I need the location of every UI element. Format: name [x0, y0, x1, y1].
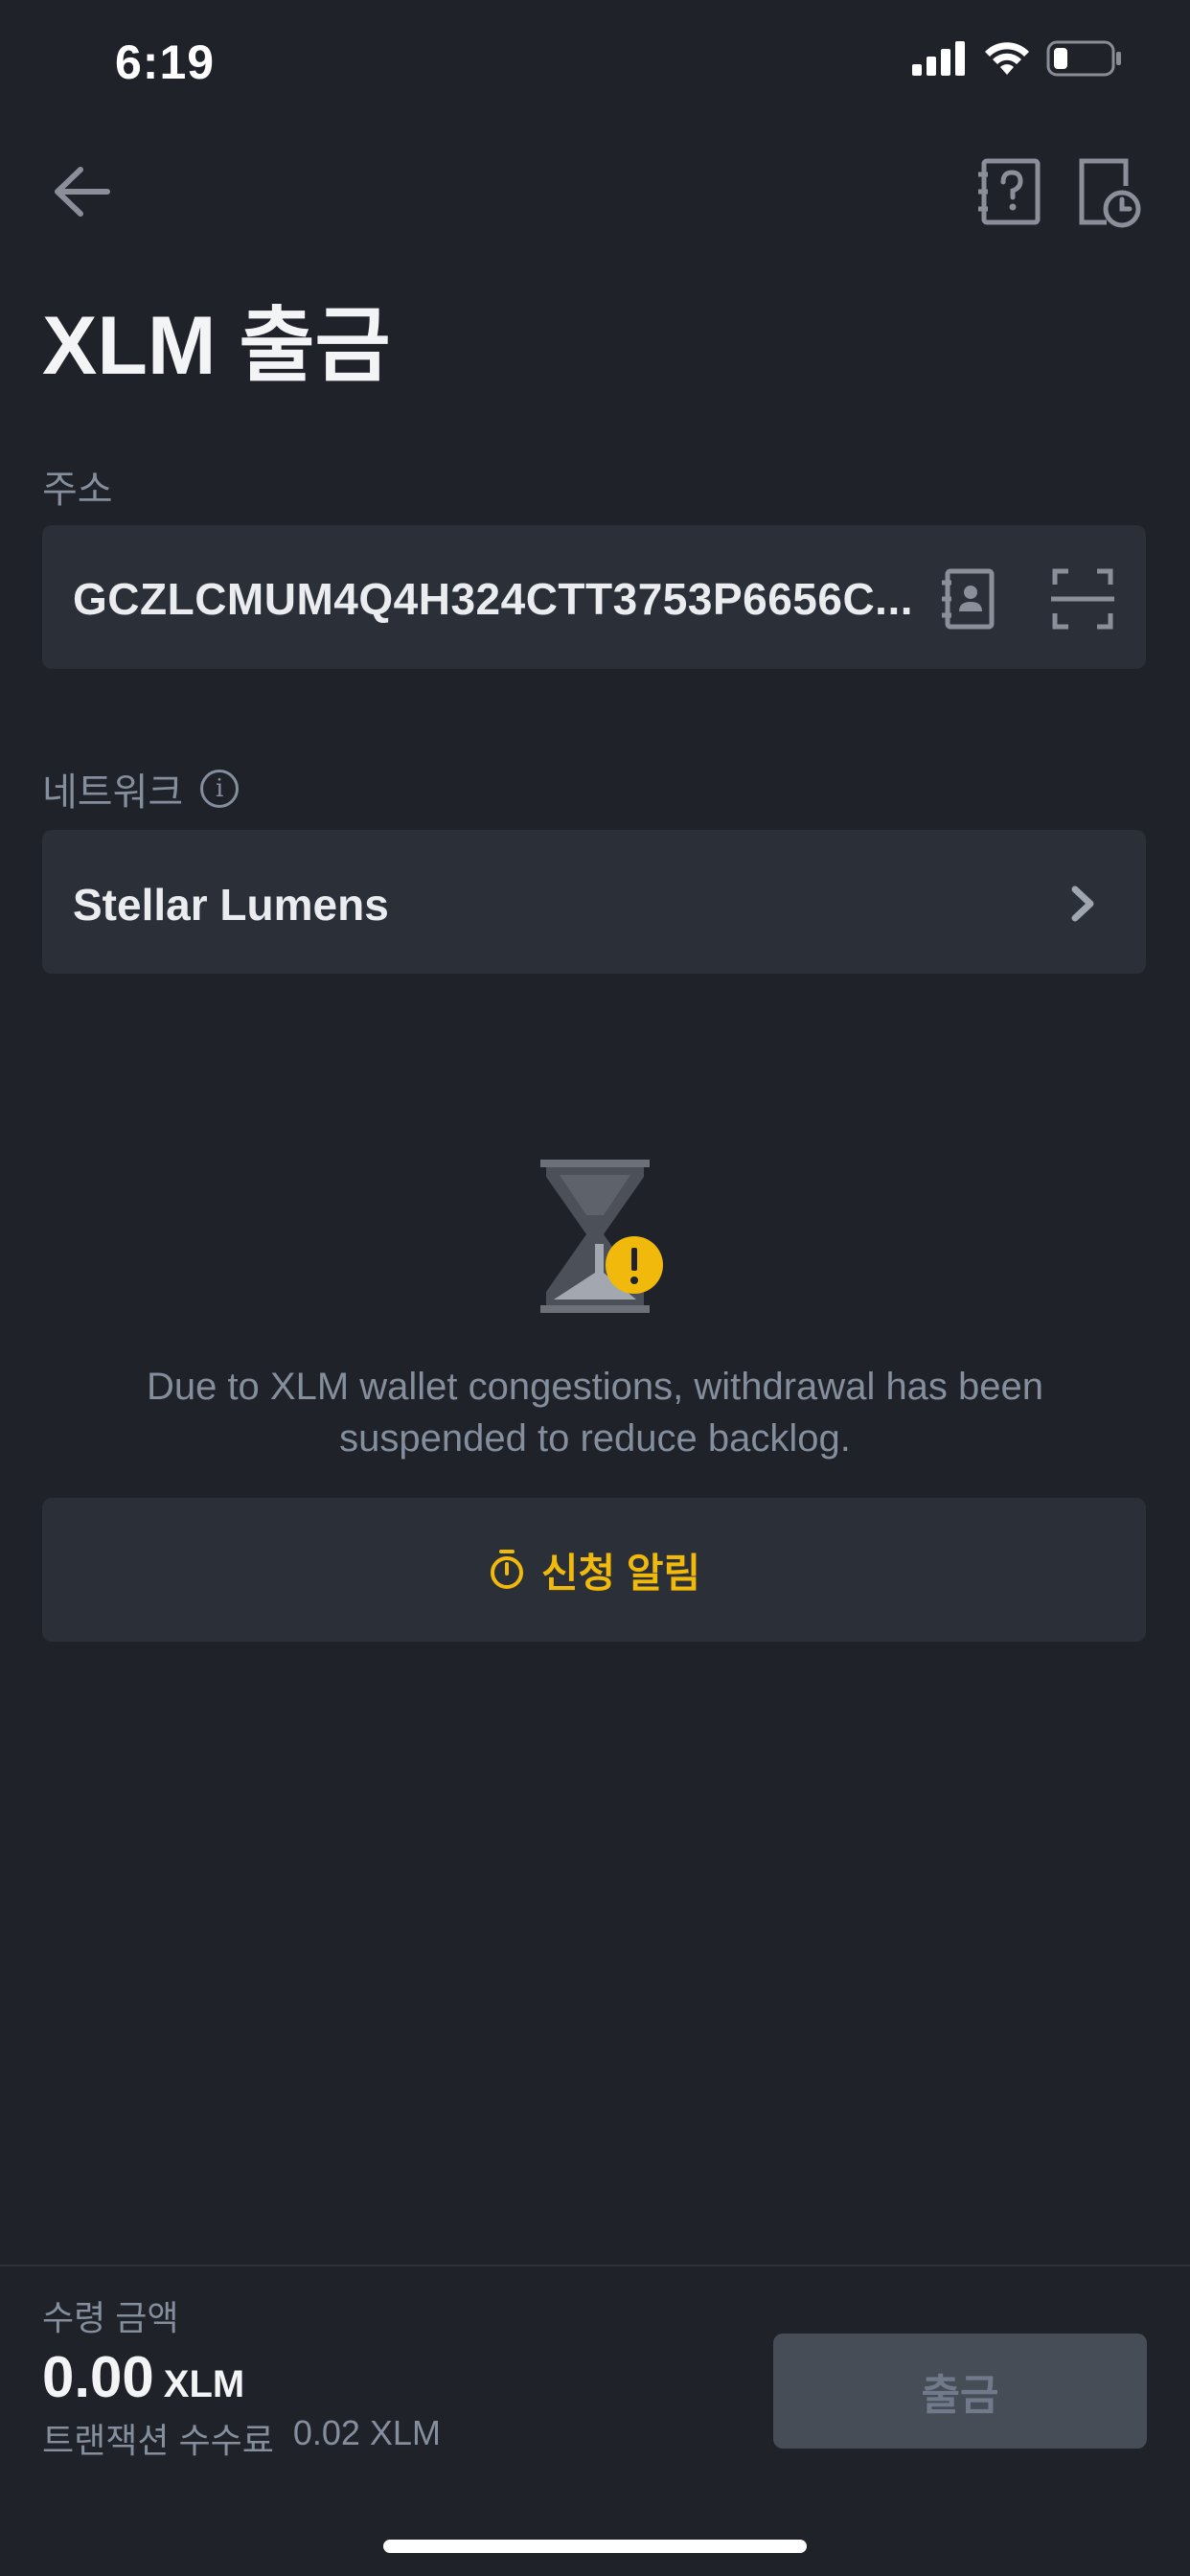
- address-value[interactable]: GCZLCMUM4Q4H324CTT3753P6656C...: [73, 573, 913, 625]
- receive-amount-label: 수령 금액: [42, 2298, 179, 2337]
- address-book-icon: [942, 568, 995, 630]
- address-book-button[interactable]: [934, 565, 1001, 632]
- fee-row: 트랜잭션 수수료 0.02 XLM: [42, 2413, 441, 2463]
- scan-icon: [1051, 568, 1114, 630]
- history-button[interactable]: [1068, 153, 1145, 230]
- hourglass-warning-icon: [537, 1158, 671, 1317]
- timer-icon: [490, 1550, 523, 1589]
- receive-amount: 0.00 XLM: [42, 2344, 244, 2410]
- help-book-icon: [978, 158, 1041, 225]
- info-icon[interactable]: i: [200, 770, 240, 808]
- scan-button[interactable]: [1049, 565, 1116, 632]
- network-label: 네트워크: [42, 771, 184, 814]
- suspension-notice: Due to XLM wallet congestions, withdrawa…: [146, 1366, 1044, 1460]
- wifi-icon: [985, 42, 1029, 75]
- fee-label: 트랜잭션 수수료: [42, 2421, 274, 2460]
- home-indicator: [383, 2540, 807, 2553]
- withdraw-button[interactable]: 출금: [773, 2334, 1147, 2449]
- amount-unit: XLM: [163, 2363, 245, 2405]
- help-button[interactable]: [973, 153, 1049, 230]
- amount-value: 0.00: [42, 2345, 154, 2409]
- bottom-divider: [0, 2265, 1190, 2266]
- fee-value: 0.02 XLM: [292, 2413, 441, 2452]
- notify-label: 신청 알림: [540, 1550, 701, 1596]
- notify-button[interactable]: 신청 알림: [42, 1498, 1146, 1642]
- back-arrow-icon: [55, 167, 110, 217]
- status-time: 6:19: [115, 35, 216, 89]
- signal-icon: [912, 41, 965, 76]
- network-value[interactable]: Stellar Lumens: [73, 879, 389, 931]
- page-title: XLM 출금: [42, 300, 391, 392]
- address-label: 주소: [42, 469, 113, 511]
- history-clock-icon: [1079, 158, 1141, 228]
- chevron-right-icon: [1065, 882, 1104, 926]
- back-button[interactable]: [48, 158, 125, 225]
- network-label-row: 네트워크 i: [42, 761, 240, 816]
- battery-icon: [1046, 40, 1121, 77]
- status-icons: [912, 40, 1123, 77]
